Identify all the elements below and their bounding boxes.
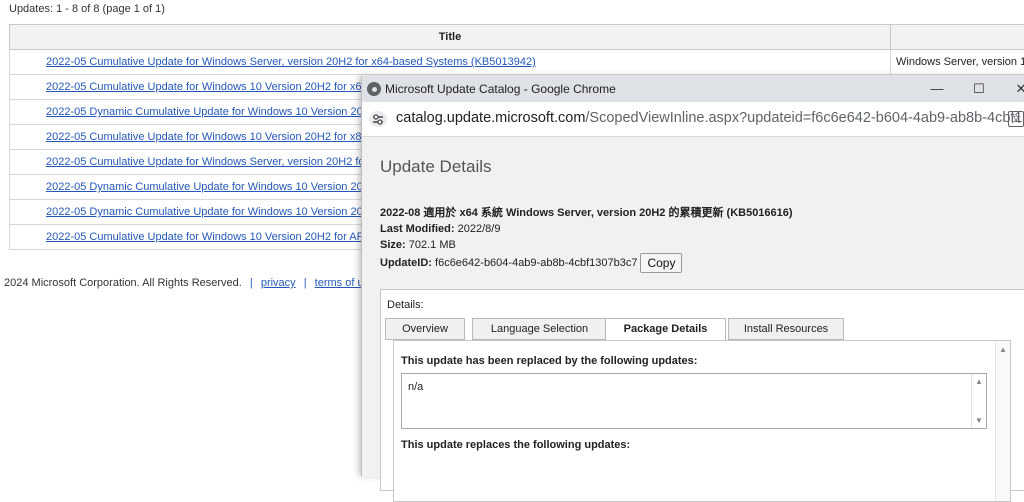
copyright-text: 2024 Microsoft Corporation. All Rights R… [4,277,242,289]
page-title: Update Details [380,157,492,177]
tune-icon [369,111,387,127]
address-bar[interactable]: catalog.update.microsoft.com/ScopedViewI… [362,102,1024,137]
table-row: 2022-05 Cumulative Update for Windows Se… [10,50,1024,75]
site-info-icon[interactable] [369,111,387,127]
update-title: 2022-08 適用於 x64 系統 Windows Server, versi… [380,205,793,221]
chrome-icon [367,82,381,96]
size-label: Size: [380,239,406,251]
tab-language-selection[interactable]: Language Selection [472,318,607,340]
updateid-label: UpdateID: [380,257,432,269]
window-titlebar[interactable]: Microsoft Update Catalog - Google Chrome… [362,76,1024,102]
footer-separator: | [250,277,253,289]
window-title: Microsoft Update Catalog - Google Chrome [385,82,616,96]
update-details-popup-window: Microsoft Update Catalog - Google Chrome… [361,76,1024,476]
url-host: catalog.update.microsoft.com [396,110,585,126]
package-details-panel: This update has been replaced by the fol… [393,340,1011,502]
replaced-by-heading: This update has been replaced by the fol… [401,355,697,367]
minimize-button[interactable]: — [922,79,952,99]
details-label: Details: [387,299,424,311]
url-text[interactable]: catalog.update.microsoft.com/ScopedViewI… [396,110,1024,126]
update-title-link[interactable]: 2022-05 Cumulative Update for Windows Se… [46,156,365,168]
update-title-link[interactable]: 2022-05 Dynamic Cumulative Update for Wi… [46,181,363,193]
scroll-down-icon[interactable]: ▼ [975,416,983,425]
listbox-scrollbar[interactable]: ▲ ▼ [971,374,986,428]
replaced-by-value: n/a [408,381,423,393]
translate-icon[interactable]: 文 [1008,111,1024,127]
scroll-up-icon[interactable]: ▲ [999,345,1007,354]
last-modified-value: 2022/8/9 [458,223,501,235]
url-path: /ScopedViewInline.aspx?updateid=f6c6e642… [585,110,1024,126]
update-info: 2022-08 適用於 x64 系統 Windows Server, versi… [380,205,793,273]
update-title-link[interactable]: 2022-05 Cumulative Update for Windows 10… [46,231,365,243]
panel-scrollbar[interactable]: ▲ [995,341,1010,501]
update-title-link[interactable]: 2022-05 Cumulative Update for Windows 10… [46,131,368,143]
maximize-button[interactable]: ☐ [964,79,994,99]
column-header-title[interactable]: Title [10,25,891,50]
replaces-heading: This update replaces the following updat… [401,439,630,451]
details-box: Details: Overview Language Selection Pac… [380,289,1024,491]
tab-install-resources[interactable]: Install Resources [728,318,844,340]
tab-overview[interactable]: Overview [385,318,465,340]
scroll-up-icon[interactable]: ▲ [975,377,983,386]
copy-button[interactable]: Copy [640,253,682,273]
column-header-products[interactable] [891,25,1024,50]
size-value: 702.1 MB [409,239,456,251]
replaced-by-listbox[interactable]: n/a ▲ ▼ [401,373,987,429]
update-title-link[interactable]: 2022-05 Cumulative Update for Windows Se… [46,56,536,68]
close-button[interactable]: ✕ [1006,79,1024,99]
footer-separator: | [304,277,307,289]
update-title-link[interactable]: 2022-05 Dynamic Cumulative Update for Wi… [46,106,377,118]
privacy-link[interactable]: privacy [261,277,296,289]
tab-package-details[interactable]: Package Details [605,318,726,341]
updateid-value: f6c6e642-b604-4ab9-ab8b-4cbf1307b3c7 [435,257,637,269]
page-footer: 2024 Microsoft Corporation. All Rights R… [4,277,369,289]
popup-content: Update Details 2022-08 適用於 x64 系統 Window… [362,137,1024,477]
update-title-link[interactable]: 2022-05 Dynamic Cumulative Update for Wi… [46,206,363,218]
last-modified-label: Last Modified: [380,223,455,235]
product-cell: Windows Server, version 19 [891,50,1024,75]
updates-count: Updates: 1 - 8 of 8 (page 1 of 1) [9,3,165,15]
update-title-link[interactable]: 2022-05 Cumulative Update for Windows 10… [46,81,368,93]
